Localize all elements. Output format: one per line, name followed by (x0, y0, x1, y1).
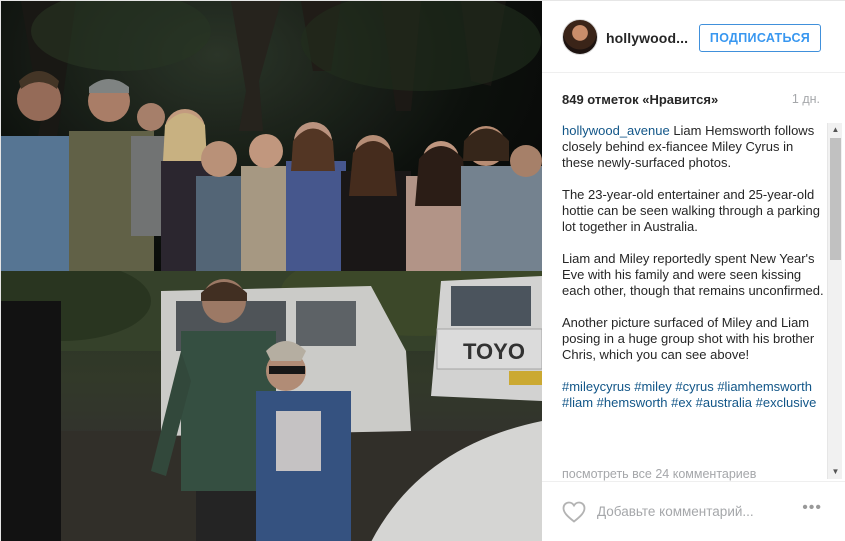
caption-paragraph: Liam and Miley reportedly spent New Year… (562, 251, 824, 298)
caption-scrollbar[interactable]: ▲ ▼ (827, 123, 842, 479)
more-options-icon[interactable]: ••• (802, 499, 822, 517)
post-dialog: TOYO hollywood... ПОДПИСАТЬСЯ 849 отмето… (0, 0, 845, 541)
caption-username-link[interactable]: hollywood_avenue (562, 123, 670, 138)
heart-icon[interactable] (562, 501, 586, 523)
caption-paragraph: The 23-year-old entertainer and 25-year-… (562, 187, 821, 234)
likes-count[interactable]: 849 отметок «Нравится» (562, 92, 718, 107)
scrollbar-thumb[interactable] (830, 138, 841, 260)
group-photo (1, 1, 542, 271)
parking-lot-illustration: TOYO (1, 271, 542, 541)
caption-scroll-area[interactable]: hollywood_avenue Liam Hemsworth follows … (562, 123, 824, 481)
parking-lot-photo: TOYO (1, 271, 542, 541)
avatar[interactable] (562, 19, 598, 55)
username-link[interactable]: hollywood... (606, 30, 688, 46)
group-photo-illustration (1, 1, 542, 271)
caption-lead-paragraph: hollywood_avenue Liam Hemsworth follows … (562, 123, 824, 171)
comment-bar: Добавьте комментарий... ••• (542, 481, 845, 541)
hashtags-links[interactable]: #mileycyrus #miley #cyrus #liamhemsworth… (562, 379, 824, 411)
scroll-down-arrow-icon[interactable]: ▼ (828, 465, 843, 479)
caption: hollywood_avenue Liam Hemsworth follows … (562, 123, 824, 411)
comment-input[interactable]: Добавьте комментарий... (597, 504, 754, 519)
view-all-comments-link[interactable]: посмотреть все 24 комментариев (562, 467, 756, 481)
follow-button[interactable]: ПОДПИСАТЬСЯ (699, 24, 821, 52)
scroll-up-arrow-icon[interactable]: ▲ (828, 123, 843, 137)
caption-paragraph: Another picture surfaced of Miley and Li… (562, 315, 815, 362)
post-header: hollywood... ПОДПИСАТЬСЯ (542, 1, 845, 73)
post-time[interactable]: 1 дн. (792, 92, 820, 106)
post-photo[interactable]: TOYO (1, 1, 542, 541)
post-sidebar: hollywood... ПОДПИСАТЬСЯ 849 отметок «Нр… (542, 1, 845, 541)
